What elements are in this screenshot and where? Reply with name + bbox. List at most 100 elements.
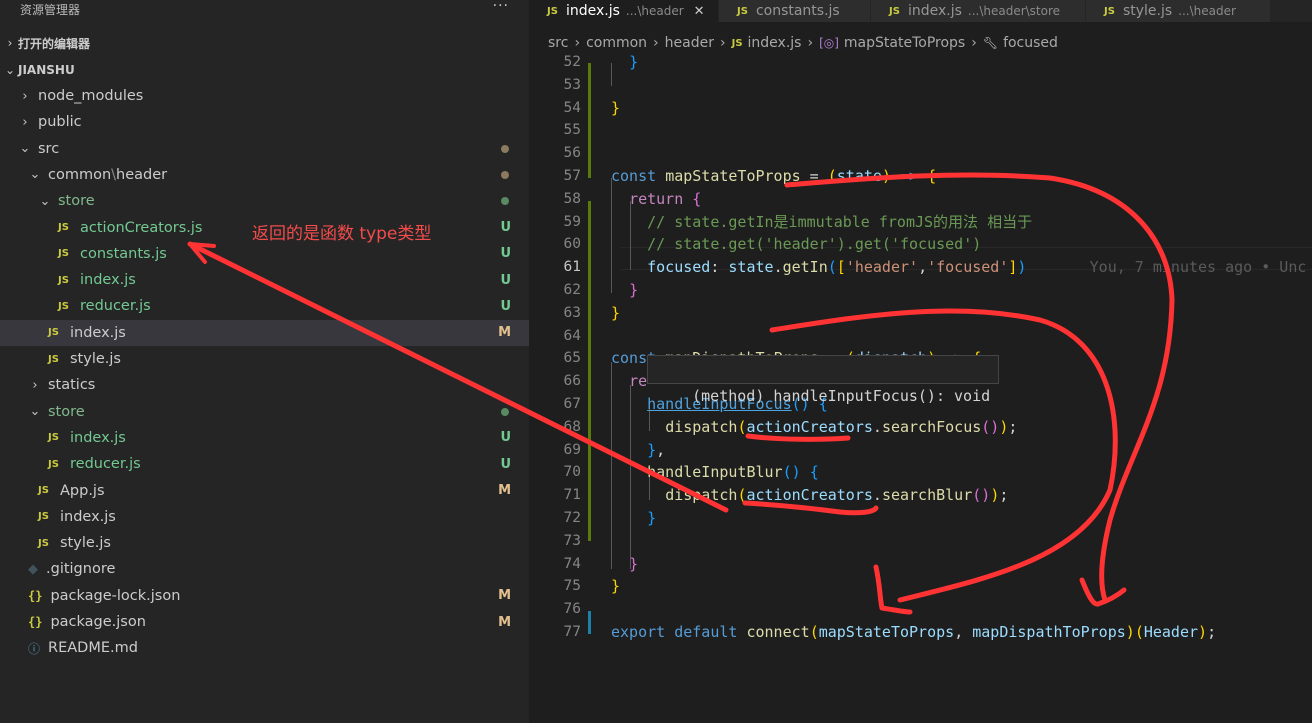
tree-item[interactable]: › node_modules (0, 83, 529, 109)
tree-item-label: App.js (60, 482, 105, 499)
code-line[interactable]: 61 focused: state.getIn(['header','focus… (529, 256, 1312, 279)
code-text: // state.getIn是immutable fromJS的用法 相当于 (647, 212, 1033, 231)
code-line[interactable]: 69 }, (529, 439, 1312, 462)
tree-item-label: reducer.js (70, 456, 141, 473)
tab-label: index.js (565, 3, 620, 19)
chevron-right-icon: › (32, 377, 38, 393)
breadcrumb-symbol[interactable]: mapStateToProps (844, 35, 965, 51)
code-line[interactable]: 70 handleInputBlur() { (529, 461, 1312, 484)
tree-item-label: reducer.js (80, 298, 151, 315)
code-line[interactable]: 71 dispatch(actionCreators.searchBlur())… (529, 484, 1312, 507)
code-line[interactable]: 57 const mapStateToProps = (state) => { (529, 165, 1312, 188)
tree-item[interactable]: JS index.js U (0, 267, 529, 293)
js-file-icon: JS (731, 37, 743, 49)
tree-item[interactable]: ⌄ store (0, 188, 529, 214)
js-file-icon: JS (737, 5, 748, 17)
editor-tab[interactable]: JS style.js ...\header (1086, 0, 1271, 22)
code-text: } (629, 281, 639, 299)
line-number: 67 (563, 396, 581, 412)
js-file-icon: JS (1104, 5, 1115, 17)
code-line[interactable]: 55 (529, 119, 1312, 142)
js-file-icon: JS (547, 5, 558, 17)
tree-item[interactable]: ◆ .gitignore (0, 556, 529, 582)
project-label: JIANSHU (18, 63, 75, 77)
breadcrumb-property[interactable]: focused (1003, 35, 1058, 51)
breadcrumb-src[interactable]: src (548, 35, 568, 51)
line-number: 65 (563, 350, 581, 367)
git-status-badge: U (500, 298, 511, 314)
breadcrumb-file[interactable]: index.js (748, 35, 802, 51)
code-line[interactable]: 64 (529, 325, 1312, 348)
breadcrumb-common[interactable]: common (586, 35, 647, 51)
json-file-icon: {} (28, 588, 43, 603)
tree-item[interactable]: › statics (0, 372, 529, 398)
code-line[interactable]: 72 } (529, 507, 1312, 530)
tree-item[interactable]: JS style.js (0, 530, 529, 556)
tree-item-label: common (48, 166, 112, 183)
tree-item[interactable]: ⌄ common \ header (0, 162, 529, 188)
breadcrumb-separator-icon: › (653, 35, 659, 51)
code-text: } (611, 98, 621, 117)
tree-item[interactable]: ⓘ README.md (0, 635, 529, 661)
line-number: 71 (563, 487, 581, 504)
git-status-badge: U (500, 430, 511, 446)
editor-tab[interactable]: JS index.js ...\header\store (871, 0, 1086, 22)
git-status-dot (501, 197, 509, 206)
code-line[interactable]: 56 (529, 142, 1312, 165)
line-number: 76 (563, 601, 581, 618)
line-number: 58 (563, 190, 581, 207)
code-line[interactable]: 60 // state.get('header').get('focused') (529, 233, 1312, 256)
hover-tooltip-text: (method) handleInputFocus(): void (692, 387, 991, 405)
code-line[interactable]: 76 (529, 598, 1312, 621)
editor-tab[interactable]: JS index.js ...\header ✕ (529, 0, 719, 22)
breadcrumb-separator-icon: › (807, 35, 814, 51)
code-line[interactable]: 59 // state.getIn是immutable fromJS的用法 相当… (529, 211, 1312, 234)
tree-item[interactable]: JS constants.js U (0, 241, 529, 267)
js-file-icon: JS (58, 222, 69, 233)
code-line[interactable]: 54} (529, 97, 1312, 120)
code-line[interactable]: 77 export default connect(mapStateToProps… (529, 621, 1312, 644)
tree-item[interactable]: › public (0, 109, 529, 135)
breadcrumb-header[interactable]: header (665, 35, 714, 51)
open-editors-section[interactable]: › 打开的编辑器 (0, 30, 529, 56)
code-line[interactable]: 68 dispatch(actionCreators.searchFocus()… (529, 416, 1312, 439)
js-file-icon: JS (889, 5, 900, 17)
code-line[interactable]: 62 } (529, 279, 1312, 302)
js-file-icon: JS (48, 327, 59, 339)
tree-item[interactable]: ⌄ src (0, 136, 529, 162)
breadcrumb-separator-icon: › (719, 35, 726, 51)
code-line[interactable]: 58 return { (529, 188, 1312, 211)
close-icon[interactable]: ✕ (694, 4, 705, 19)
open-editors-label: 打开的编辑器 (18, 36, 91, 51)
line-number: 68 (563, 418, 581, 435)
explorer-header: 资源管理器 ··· (0, 0, 529, 20)
tree-item[interactable]: JS index.js (0, 504, 529, 530)
line-number: 70 (563, 464, 581, 481)
more-actions-icon[interactable]: ··· (493, 0, 509, 14)
tree-item[interactable]: JS reducer.js U (0, 451, 529, 477)
tab-label: index.js (907, 3, 962, 19)
line-number: 62 (563, 282, 581, 298)
tree-item[interactable]: JS index.js U (0, 425, 529, 451)
tree-item[interactable]: JS reducer.js U (0, 293, 529, 319)
code-line[interactable]: 53 (529, 74, 1312, 97)
tree-item[interactable]: ⌄ store (0, 399, 529, 425)
line-number: 66 (563, 373, 581, 390)
js-file-icon: JS (48, 458, 59, 470)
editor-tab[interactable]: JS constants.js (719, 0, 871, 22)
code-line[interactable]: 75} (529, 575, 1312, 598)
tree-item[interactable]: {} package.json M (0, 609, 529, 635)
code-line[interactable]: 74 } (529, 553, 1312, 576)
code-line[interactable]: 52 } (529, 51, 1312, 74)
code-line[interactable]: 63} (529, 302, 1312, 325)
tree-item[interactable]: JS index.js M (0, 319, 529, 346)
git-status-badge: U (500, 220, 511, 235)
tree-item[interactable]: JS App.js M (0, 478, 529, 504)
project-section[interactable]: ⌄ JIANSHU (0, 57, 529, 83)
tree-item-label: public (38, 114, 82, 131)
tree-item[interactable]: JS style.js (0, 346, 529, 372)
tree-item-label: .gitignore (46, 561, 116, 578)
code-line[interactable]: 73 (529, 530, 1312, 553)
tree-item[interactable]: {} package-lock.json M (0, 583, 529, 609)
line-number: 74 (563, 555, 581, 572)
